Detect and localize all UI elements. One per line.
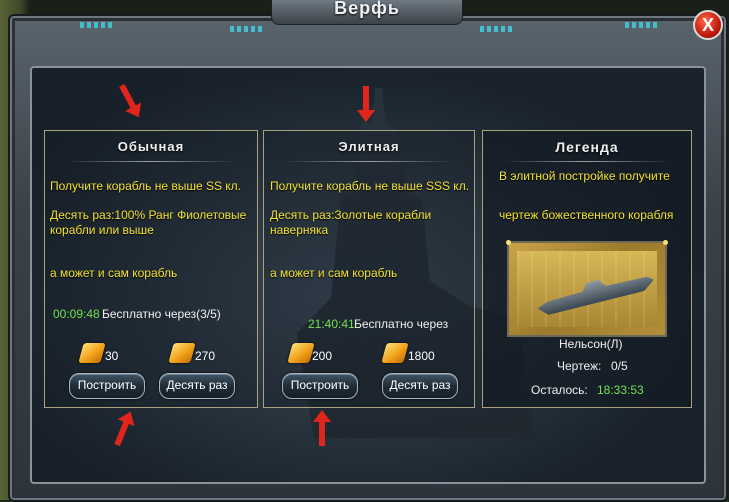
- blueprint-count: 0/5: [611, 359, 628, 373]
- legend-line-2: чертеж божественного корабля: [499, 208, 674, 222]
- free-text: Бесплатно через(3/5): [102, 307, 221, 321]
- arrow-icon: [119, 84, 137, 110]
- title-decor-left: [230, 26, 264, 32]
- arrow-icon: [357, 86, 375, 122]
- frame-decor-right: [625, 22, 659, 28]
- ticket-icon: [381, 343, 409, 363]
- panel-line-2: Десять раз:100% Ранг Фиолетовые корабли …: [50, 208, 247, 237]
- cost-single: 200: [312, 349, 333, 363]
- build-button[interactable]: Построить: [69, 373, 145, 399]
- ten-times-button[interactable]: Десять раз: [159, 373, 235, 399]
- panel-elite: Элитная Получите корабль не выше SSS кл.…: [263, 130, 475, 408]
- panel-legend: Легенда В элитной постройке получите чер…: [482, 130, 692, 408]
- remaining-label: Осталось:: [531, 383, 588, 397]
- ticket-icon: [287, 343, 315, 363]
- close-icon: X: [701, 15, 714, 35]
- cost-ten: 270: [195, 349, 216, 363]
- panel-normal: Обычная Получите корабль не выше SS кл. …: [44, 130, 258, 408]
- panel-title: Обычная: [117, 139, 185, 154]
- corner-dot: [663, 240, 668, 245]
- panel-line-1: Получите корабль не выше SS кл.: [50, 179, 242, 193]
- title-decor-right: [480, 26, 514, 32]
- panel-line-3: а может и сам корабль: [270, 266, 398, 280]
- title-divider: [65, 161, 237, 162]
- window-title-plate: Верфь: [271, 0, 463, 25]
- ticket-icon: [168, 343, 196, 363]
- blueprint-label: Чертеж:: [557, 359, 602, 373]
- free-timer: 21:40:41: [308, 317, 355, 331]
- shipyard-content: Обычная Получите корабль не выше SS кл. …: [30, 66, 706, 484]
- title-divider: [284, 161, 454, 162]
- ship-image: [534, 267, 656, 317]
- arrow-icon: [313, 410, 331, 446]
- ship-card[interactable]: [506, 240, 668, 337]
- ship-name: Нельсон(Л): [559, 337, 623, 351]
- arrow-icon: [114, 419, 130, 447]
- free-text: Бесплатно через: [354, 317, 449, 331]
- legend-line-1: В элитной постройке получите: [499, 169, 670, 183]
- title-divider: [503, 161, 671, 162]
- window-title: Верфь: [334, 0, 400, 18]
- ten-times-button[interactable]: Десять раз: [382, 373, 458, 399]
- corner-dot: [506, 240, 511, 245]
- panel-line-1: Получите корабль не выше SSS кл.: [270, 179, 470, 193]
- cost-ten: 1800: [408, 349, 435, 363]
- remaining-time: 18:33:53: [597, 383, 644, 397]
- build-button[interactable]: Построить: [282, 373, 358, 399]
- panel-title: Элитная: [338, 139, 400, 154]
- ship-card-frame: [517, 251, 657, 327]
- panel-title: Легенда: [555, 139, 619, 155]
- cost-single: 30: [105, 349, 119, 363]
- ticket-icon: [78, 343, 106, 363]
- panel-line-3: а может и сам корабль: [50, 266, 178, 280]
- frame-decor-left: [80, 22, 114, 28]
- free-timer: 00:09:48: [53, 307, 100, 321]
- panel-line-2: Десять раз:Золотые корабли наверняка: [270, 208, 432, 237]
- close-button[interactable]: X: [693, 10, 723, 40]
